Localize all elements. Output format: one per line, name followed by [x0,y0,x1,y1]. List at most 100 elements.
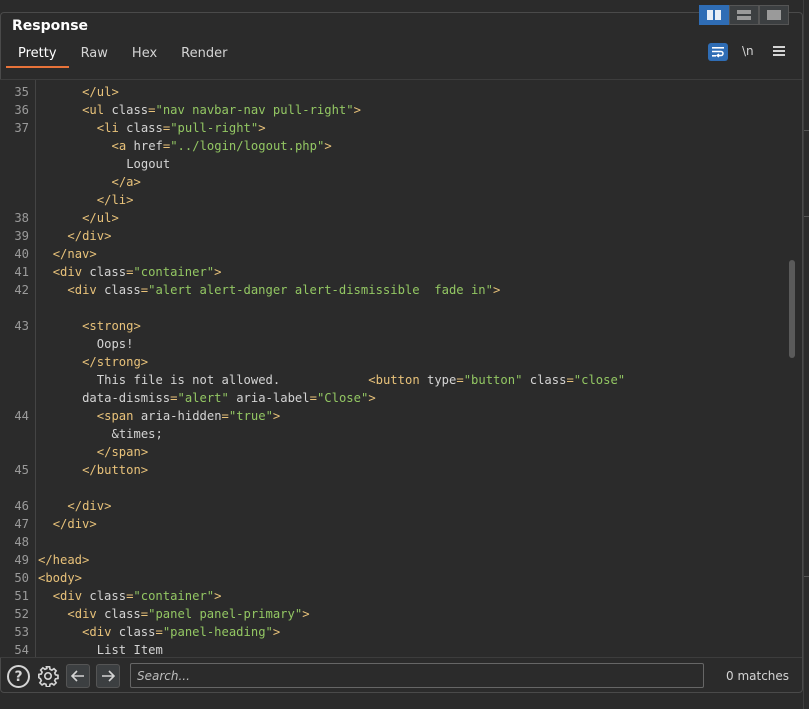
code-token: "../login/logout.php" [170,139,325,153]
match-count: 0 matches [726,669,790,683]
layout-toggle-group [699,5,789,25]
code-text: </ul> [38,209,119,227]
code-token: </div> [52,517,97,531]
code-token: "alert alert-danger alert-dismissible fa… [148,283,493,297]
code-token: </span> [96,445,149,459]
code-token: class [89,265,127,279]
code-text: </nav> [38,245,97,263]
code-token: This file is not allowed. [96,373,369,387]
hamburger-icon[interactable] [773,46,785,58]
code-token: > [258,121,266,135]
line-number: 39 [14,229,29,243]
code-line: 46 </div> [0,497,790,515]
code-token: "button" [463,373,523,387]
strip-tick [804,130,809,131]
code-token: </div> [67,229,112,243]
single-pane-icon[interactable] [759,5,789,25]
word-wrap-icon[interactable] [708,43,728,61]
right-edge-strip [803,0,809,709]
strip-tick [804,216,809,217]
code-text: <strong> [38,317,141,335]
code-line: </span> [0,443,790,461]
code-line: </a> [0,173,790,191]
code-line: 52 <div class="panel panel-primary"> [0,605,790,623]
code-token: "panel panel-primary" [148,607,303,621]
code-token: List Item [96,643,163,657]
arrow-right-icon[interactable] [96,664,120,688]
rows-icon[interactable] [729,5,759,25]
search-input[interactable] [130,663,704,688]
code-token: </nav> [52,247,97,261]
code-line: 48 [0,533,790,551]
code-text: </span> [38,443,148,461]
line-number: 43 [14,319,29,333]
line-number: 37 [14,121,29,135]
code-token: data-dismiss [82,391,171,405]
code-text: </div> [38,227,111,245]
code-token: = [140,607,149,621]
line-number: 47 [14,517,29,531]
tab-hex[interactable]: Hex [120,42,169,68]
code-line: Logout [0,155,790,173]
newline-toggle-button[interactable]: \n [742,44,754,58]
code-token: = [155,625,163,639]
code-line: 36 <ul class="nav navbar-nav pull-right"> [0,101,790,119]
code-text: This file is not allowed. <button type="… [38,371,625,389]
line-number: 48 [14,535,29,549]
code-text: </a> [38,173,141,191]
vertical-scrollbar[interactable] [789,260,795,358]
line-number: 40 [14,247,29,261]
code-line: 47 </div> [0,515,790,533]
code-line: 53 <div class="panel-heading"> [0,623,790,641]
code-text: <a href="../login/logout.php"> [38,137,332,155]
code-text: <div class="alert alert-danger alert-dis… [38,281,500,299]
code-token: "alert" [177,391,229,405]
strip-tick [804,576,809,577]
tab-pretty[interactable]: Pretty [6,42,69,68]
code-line: &times; [0,425,790,443]
code-text: <li class="pull-right"> [38,119,266,137]
code-text: </button> [38,461,148,479]
tab-render[interactable]: Render [169,42,239,68]
code-token: "container" [133,265,215,279]
arrow-left-icon[interactable] [66,664,90,688]
code-line: 50 <body> [0,569,790,587]
code-token: <span [96,409,141,423]
code-token: = [309,391,317,405]
columns-icon[interactable] [699,5,729,25]
code-token: class [111,103,149,117]
line-number: 45 [14,463,29,477]
code-line: 44 <span aria-hidden="true"> [0,407,790,425]
tab-raw[interactable]: Raw [69,42,120,68]
code-text: <body> [38,569,82,587]
code-token: href [133,139,163,153]
code-token: = [456,373,464,387]
code-line: 37 <li class="pull-right"> [0,119,790,137]
code-text: List Item [38,641,163,657]
code-line: data-dismiss="alert" aria-label="Close"> [0,389,790,407]
code-token: > [492,283,501,297]
code-token: <div [82,625,119,639]
line-number: 49 [14,553,29,567]
code-token: &times; [111,427,163,441]
code-token: <div [67,283,105,297]
code-text: <div class="panel-heading"> [38,623,280,641]
code-line: 45 </button> [0,461,790,479]
code-token: "nav navbar-nav pull-right" [155,103,354,117]
code-token: = [140,283,149,297]
help-icon[interactable]: ? [7,665,30,688]
code-token: Oops! [96,337,134,351]
code-token: Logout [126,157,171,171]
gear-icon[interactable] [36,664,60,688]
code-token: > [324,139,332,153]
code-token: "Close" [316,391,369,405]
line-number: 46 [14,499,29,513]
code-line: 54 List Item [0,641,790,657]
view-tabs: Pretty Raw Hex Render [6,42,239,68]
line-number: 53 [14,625,29,639]
code-token: <li [96,121,127,135]
code-text: </strong> [38,353,148,371]
code-token: "true" [228,409,273,423]
code-editor[interactable]: 35 </ul> 36 <ul class="nav navbar-nav pull-… [0,79,802,657]
